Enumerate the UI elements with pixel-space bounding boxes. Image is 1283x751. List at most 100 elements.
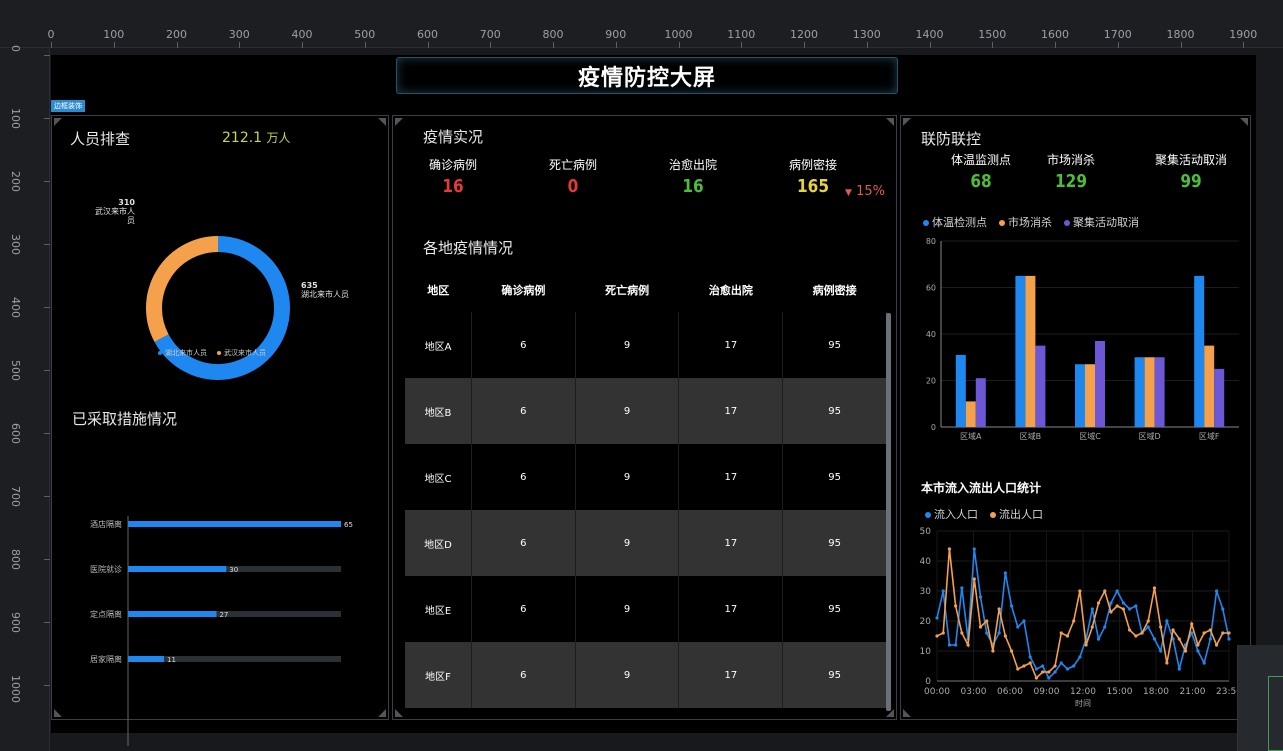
table-cell: 95	[782, 378, 887, 444]
situation-stat-label: 确诊病例	[428, 158, 477, 172]
bar	[1204, 345, 1215, 427]
ruler-top-label: 1600	[1041, 28, 1069, 41]
line-point	[1177, 667, 1181, 671]
line-point	[1016, 667, 1020, 671]
line-point	[1003, 571, 1007, 575]
table-header-cell[interactable]: 治愈出院	[679, 268, 783, 312]
line-point	[1127, 607, 1132, 611]
table-cell: 9	[575, 576, 680, 642]
bar-y-tick: 80	[926, 237, 936, 246]
table-header-cell[interactable]: 确诊病例	[472, 268, 576, 312]
ruler-left-label: 500	[9, 360, 22, 381]
ruler-top-label: 400	[291, 28, 313, 41]
legend-item-temp[interactable]: 体温检测点	[923, 214, 987, 230]
joint-bar-chart: 0 20 40 60 80 区域A 区域B 区域C 区域D 区域F	[926, 237, 1239, 441]
bar	[1144, 357, 1155, 427]
line-point	[1059, 631, 1063, 635]
line-point	[1065, 667, 1070, 671]
table-header-cell[interactable]: 病例密接	[783, 268, 887, 312]
bar	[1025, 275, 1036, 427]
line-point	[1034, 676, 1039, 680]
table-cell: 95	[782, 510, 887, 576]
regions-table: 地区 确诊病例 死亡病例 治愈出院 病例密接 地区A 6 9 17 95 地区B 6 9 17 95 地区C…	[405, 268, 887, 708]
bar	[1154, 357, 1165, 427]
table-row[interactable]: 地区F 6 9 17 95	[405, 642, 887, 708]
ruler-top-label: 1400	[915, 28, 944, 41]
measures-bar	[128, 611, 217, 617]
ruler-left-label: 300	[9, 234, 22, 255]
ruler-top-label: 1800	[1166, 28, 1195, 41]
line-point	[941, 589, 945, 593]
table-cell: 6	[471, 576, 576, 642]
legend-item-wuhan[interactable]: 武汉来市人员	[217, 348, 266, 358]
middle-panel[interactable]: 疫情实况 ▼ 15% 各地疫情情况 地区 确诊病例 死亡病例 治愈出院 病例密接 地区A…	[392, 115, 897, 720]
bar-x-tick: 区域C	[1079, 431, 1101, 441]
line-point	[1034, 667, 1039, 671]
line-point	[972, 547, 976, 551]
table-scrollbar[interactable]	[886, 313, 891, 711]
table-cell: 9	[575, 312, 680, 378]
table-header-cell[interactable]: 死亡病例	[575, 268, 679, 312]
legend-item-market[interactable]: 市场消杀	[999, 214, 1052, 230]
bar-x-tick: 区域D	[1139, 431, 1161, 441]
line-point	[1109, 601, 1113, 605]
situation-stat-value: 16	[682, 176, 704, 197]
table-cell: 6	[471, 642, 576, 708]
bar	[1095, 340, 1105, 427]
ruler-left-label: 800	[9, 549, 22, 570]
line-point	[1028, 661, 1032, 665]
legend-item-gathering[interactable]: 聚集活动取消	[1064, 214, 1139, 230]
table-cell: 6	[471, 510, 576, 576]
line-point	[1096, 637, 1101, 641]
line-point	[947, 643, 952, 647]
line-x-tick: 18:00	[1143, 687, 1169, 697]
table-cell: 17	[678, 642, 784, 708]
bar	[1134, 357, 1145, 427]
line-point	[1208, 628, 1212, 632]
situation-stat-value: 0	[567, 176, 579, 197]
line-point	[935, 634, 939, 638]
bar	[1035, 345, 1046, 427]
joint-stat-value: 68	[970, 171, 992, 192]
legend-item-hubei[interactable]: 湖北来市人员	[158, 348, 207, 358]
table-cell: 地区C	[405, 444, 472, 510]
donut-legend: 湖北来市人员 武汉来市人员	[158, 348, 266, 358]
table-row[interactable]: 地区C 6 9 17 95	[405, 444, 887, 510]
line-point	[1003, 634, 1007, 638]
ruler-top-label: 1300	[852, 28, 881, 41]
border-decoration-tag[interactable]: 边框装饰	[51, 100, 85, 112]
legend-item-outflow[interactable]: 流出人口	[990, 506, 1043, 522]
bar	[1214, 368, 1225, 427]
ruler-top-label: 1200	[790, 28, 818, 41]
bar-y-tick: 40	[926, 330, 936, 339]
measures-bar-label: 医院就诊	[90, 564, 122, 574]
bar	[975, 378, 986, 427]
line-x-tick: 03:00	[961, 687, 987, 697]
line-x-label: 时间	[1075, 698, 1091, 708]
bar	[955, 354, 966, 427]
bar-chart-legend: 体温检测点 市场消杀 聚集活动取消	[923, 214, 1139, 230]
table-cell: 9	[575, 378, 680, 444]
table-cell: 地区B	[405, 378, 472, 444]
situation-stat-value: 165	[797, 176, 829, 197]
line-point	[935, 616, 939, 620]
table-row[interactable]: 地区D 6 9 17 95	[405, 510, 887, 576]
line-point	[1208, 637, 1212, 641]
bar-y-tick: 60	[926, 284, 936, 293]
right-panel[interactable]: 联防联控 体温监测点 68 市场消杀 129 聚集活动取消 99 体温检测点 市场消杀 聚…	[900, 115, 1251, 720]
table-cell: 17	[678, 312, 784, 378]
regions-table-wrapper[interactable]: 地区 确诊病例 死亡病例 治愈出院 病例密接 地区A 6 9 17 95 地区B 6 9 17 95 地区C…	[405, 268, 887, 712]
left-panel[interactable]: 人员排查 212.1 万人 310 武汉来市人员 635 湖北来市人员 湖北来市…	[51, 115, 389, 746]
ruler-left-label: 1000	[9, 675, 22, 703]
line-point	[1084, 643, 1088, 647]
trend-value: 15%	[856, 184, 885, 199]
ruler-left-label: 400	[9, 297, 22, 318]
table-row[interactable]: 地区E 6 9 17 95	[405, 576, 887, 642]
table-header-cell[interactable]: 地区	[405, 268, 472, 312]
table-row[interactable]: 地区B 6 9 17 95	[405, 378, 887, 444]
ruler-left-label: 200	[9, 171, 22, 192]
legend-item-inflow[interactable]: 流入人口	[925, 506, 978, 522]
dashboard-canvas[interactable]: 疫情防控大屏 边框装饰 人员排查 212.1 万人 310 武汉来市人员 635…	[51, 55, 1256, 746]
table-row[interactable]: 地区A 6 9 17 95	[405, 312, 887, 378]
table-cell: 6	[471, 378, 576, 444]
